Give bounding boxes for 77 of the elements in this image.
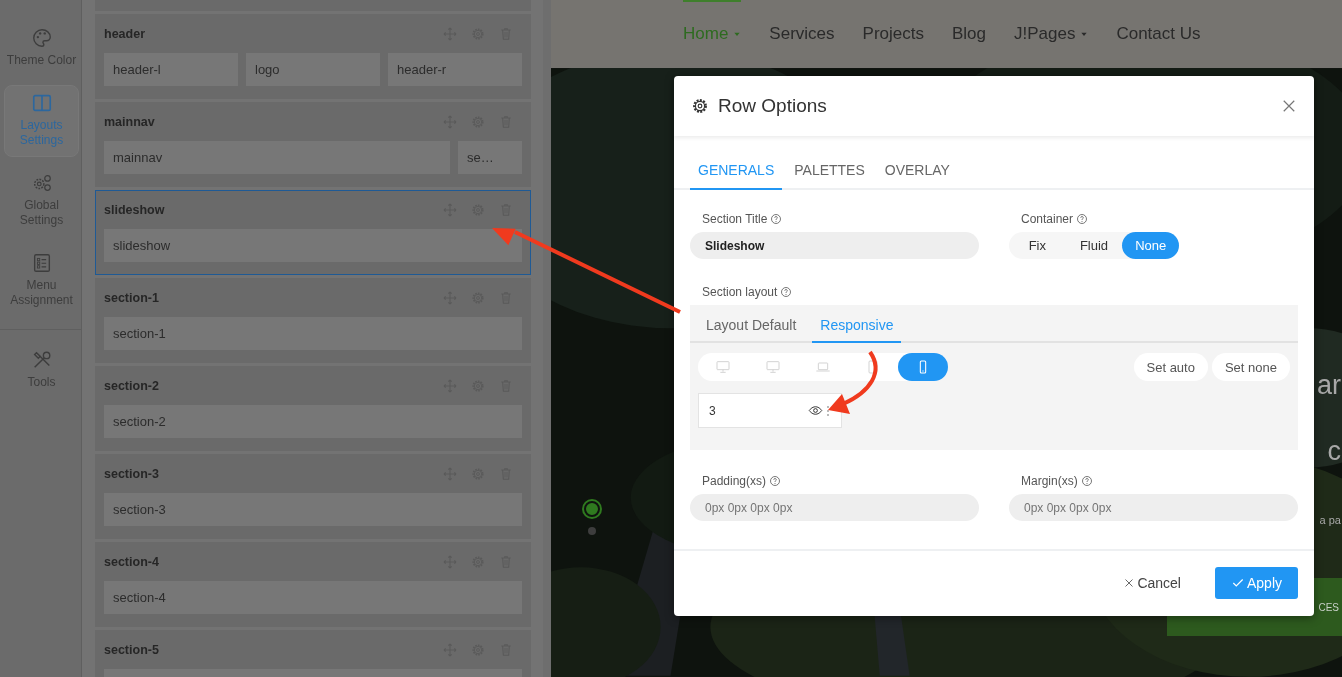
- row-title: section-3: [104, 467, 160, 481]
- laptop-icon: [815, 359, 831, 375]
- layout-row[interactable]: section-2 section-2: [95, 366, 531, 451]
- help-icon: [780, 286, 793, 298]
- hero-text: a pa: [1319, 514, 1341, 526]
- annotation-arrow: [828, 351, 878, 414]
- nav-link[interactable]: Contact Us: [1116, 0, 1201, 68]
- field-label: Padding(xs): [702, 474, 767, 488]
- tab[interactable]: Layout Default: [698, 305, 805, 343]
- row-title: section-4: [104, 555, 160, 569]
- pill-button[interactable]: Set none: [1211, 353, 1290, 381]
- slider-dot[interactable]: [584, 501, 600, 517]
- cancel-button[interactable]: Cancel: [1111, 567, 1193, 599]
- modal-title: Row Options: [718, 95, 828, 117]
- field-label: Container: [1021, 212, 1074, 226]
- caret-icon: [733, 30, 742, 38]
- slider-dot[interactable]: [588, 527, 596, 535]
- check-icon: [1230, 576, 1245, 590]
- input-field[interactable]: 0px 0px 0px 0px: [1009, 494, 1298, 521]
- apply-button[interactable]: Apply: [1214, 567, 1298, 599]
- segment-option[interactable]: Fix: [1009, 232, 1066, 259]
- nav-link[interactable]: Projects: [862, 0, 924, 68]
- close-icon: [1123, 577, 1136, 589]
- layout-column[interactable]: logo: [246, 53, 380, 86]
- columns-icon: [30, 92, 53, 114]
- tab[interactable]: GENERALS: [690, 150, 783, 190]
- hero-text: ar: [1317, 370, 1341, 401]
- layout-column[interactable]: header-l: [104, 53, 238, 86]
- layout-row[interactable]: mainnav mainnav se…: [95, 102, 531, 187]
- layout-column[interactable]: slideshow: [104, 229, 522, 262]
- device-button[interactable]: [898, 353, 948, 381]
- caret-icon: [1080, 30, 1089, 38]
- desktop-icon: [715, 359, 731, 375]
- layout-row[interactable]: section-5: [95, 630, 531, 677]
- row-title: section-5: [104, 643, 160, 657]
- field-label: Margin(xs): [1021, 474, 1078, 488]
- row-title: slideshow: [104, 203, 166, 217]
- settings-icon: [690, 96, 710, 116]
- layout-column[interactable]: section-2: [104, 405, 522, 438]
- help-icon: [1076, 213, 1089, 225]
- field-label: Section Title: [702, 212, 768, 226]
- row-title: section-2: [104, 379, 160, 393]
- segment-option[interactable]: Fluid: [1065, 232, 1123, 259]
- help-icon: [770, 213, 783, 225]
- pill-button[interactable]: Set auto: [1133, 353, 1208, 381]
- layout-column[interactable]: section-4: [104, 581, 522, 614]
- tablet-icon: [865, 359, 881, 375]
- row-title: header: [104, 27, 146, 41]
- row-title: section-1: [104, 291, 160, 305]
- hero-text: c: [1327, 436, 1341, 467]
- input-field[interactable]: Slideshow: [690, 232, 979, 259]
- eye-icon[interactable]: [808, 403, 823, 418]
- layout-row[interactable]: section-4 section-4: [95, 542, 531, 627]
- field-label: Section layout: [702, 285, 778, 299]
- row-title: mainnav: [104, 115, 156, 129]
- layout-column[interactable]: header-r: [388, 53, 522, 86]
- tab[interactable]: Responsive: [812, 305, 902, 343]
- layout-row[interactable]: header header-l logo header-r: [95, 14, 531, 99]
- help-icon: [769, 475, 782, 487]
- tab[interactable]: PALETTES: [786, 150, 873, 190]
- layout-column[interactable]: mainnav: [104, 141, 450, 174]
- nav-link[interactable]: Services: [769, 0, 835, 68]
- input-field[interactable]: 0px 0px 0px 0px: [690, 494, 979, 521]
- layout-column[interactable]: se…: [458, 141, 522, 174]
- nav-link[interactable]: Blog: [951, 0, 986, 68]
- layout-column[interactable]: section-3: [104, 493, 522, 526]
- nav-link[interactable]: J!Pages: [1014, 0, 1089, 68]
- segment-option[interactable]: None: [1122, 232, 1179, 259]
- tab[interactable]: OVERLAY: [876, 150, 958, 190]
- layout-column[interactable]: section-1: [104, 317, 522, 350]
- layout-row[interactable]: section-3 section-3: [95, 454, 531, 539]
- palette-icon: [30, 27, 53, 49]
- layout-row[interactable]: slideshow slideshow: [95, 190, 531, 275]
- desktop-icon: [765, 359, 781, 375]
- layout-row[interactable]: section-1 section-1: [95, 278, 531, 363]
- layout-column[interactable]: 3: [698, 393, 842, 428]
- help-icon: [1080, 475, 1093, 487]
